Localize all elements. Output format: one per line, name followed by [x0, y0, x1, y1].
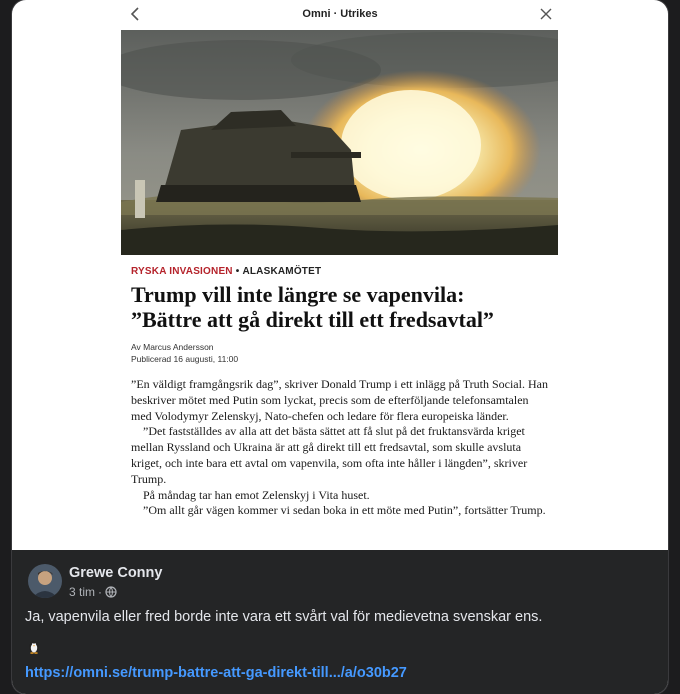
- post-author-name[interactable]: Grewe Conny: [69, 565, 162, 581]
- post-link[interactable]: https://omni.se/trump-battre-att-ga-dire…: [25, 665, 407, 681]
- globe-icon: [105, 586, 117, 598]
- penguin-icon: [26, 638, 42, 654]
- article-topbar: Omni · Utrikes: [12, 0, 668, 28]
- paragraph: På måndag tar han emot Zelenskyj i Vita …: [143, 487, 370, 502]
- post-time[interactable]: 3 tim: [69, 585, 95, 599]
- close-icon: [540, 8, 552, 20]
- close-button[interactable]: [538, 5, 554, 23]
- headline-line-2: ”Bättre att gå direkt till ett fredsavta…: [131, 307, 494, 332]
- post-text: Ja, vapenvila eller fred borde inte vara…: [25, 609, 543, 625]
- source-title: Omni · Utrikes: [302, 8, 378, 20]
- kicker-separator: •: [235, 266, 240, 277]
- paragraph: ”Det fastställdes av alla att det bästa …: [131, 424, 528, 486]
- kicker-topic[interactable]: RYSKA INVASIONEN: [131, 266, 233, 277]
- social-post: Grewe Conny 3 tim · Ja, vapenvila eller …: [12, 550, 668, 694]
- back-button[interactable]: [128, 4, 142, 24]
- published-line: Publicerad 16 augusti, 11:00: [131, 354, 239, 364]
- article-body: RYSKA INVASIONEN • ALASKAMÖTET Trump vill …: [121, 255, 558, 550]
- meta-separator: ·: [98, 585, 103, 599]
- paragraph: ”Om allt går vägen kommer vi sedan boka …: [143, 503, 546, 518]
- kicker-subtopic[interactable]: ALASKAMÖTET: [242, 266, 321, 277]
- headline-line-1: Trump vill inte längre se vapenvila:: [131, 282, 465, 307]
- shared-article-screenshot: Omni · Utrikes RYSKA INVASIONEN • ALASKA…: [12, 0, 668, 694]
- author-line: Av Marcus Andersson: [131, 342, 214, 352]
- article-kicker: RYSKA INVASIONEN • ALASKAMÖTET: [131, 266, 321, 277]
- article-headline: Trump vill inte längre se vapenvila: ”Bä…: [131, 282, 551, 332]
- avatar[interactable]: [28, 564, 62, 598]
- article-byline: Av Marcus Andersson Publicerad 16 august…: [131, 341, 238, 365]
- paragraph: ”En väldigt framgångsrik dag”, skriver D…: [131, 377, 548, 423]
- post-meta: 3 tim ·: [69, 585, 117, 599]
- article-text: ”En väldigt framgångsrik dag”, skriver D…: [131, 377, 549, 519]
- article-hero-image: [121, 30, 558, 255]
- chevron-left-icon: [130, 7, 139, 21]
